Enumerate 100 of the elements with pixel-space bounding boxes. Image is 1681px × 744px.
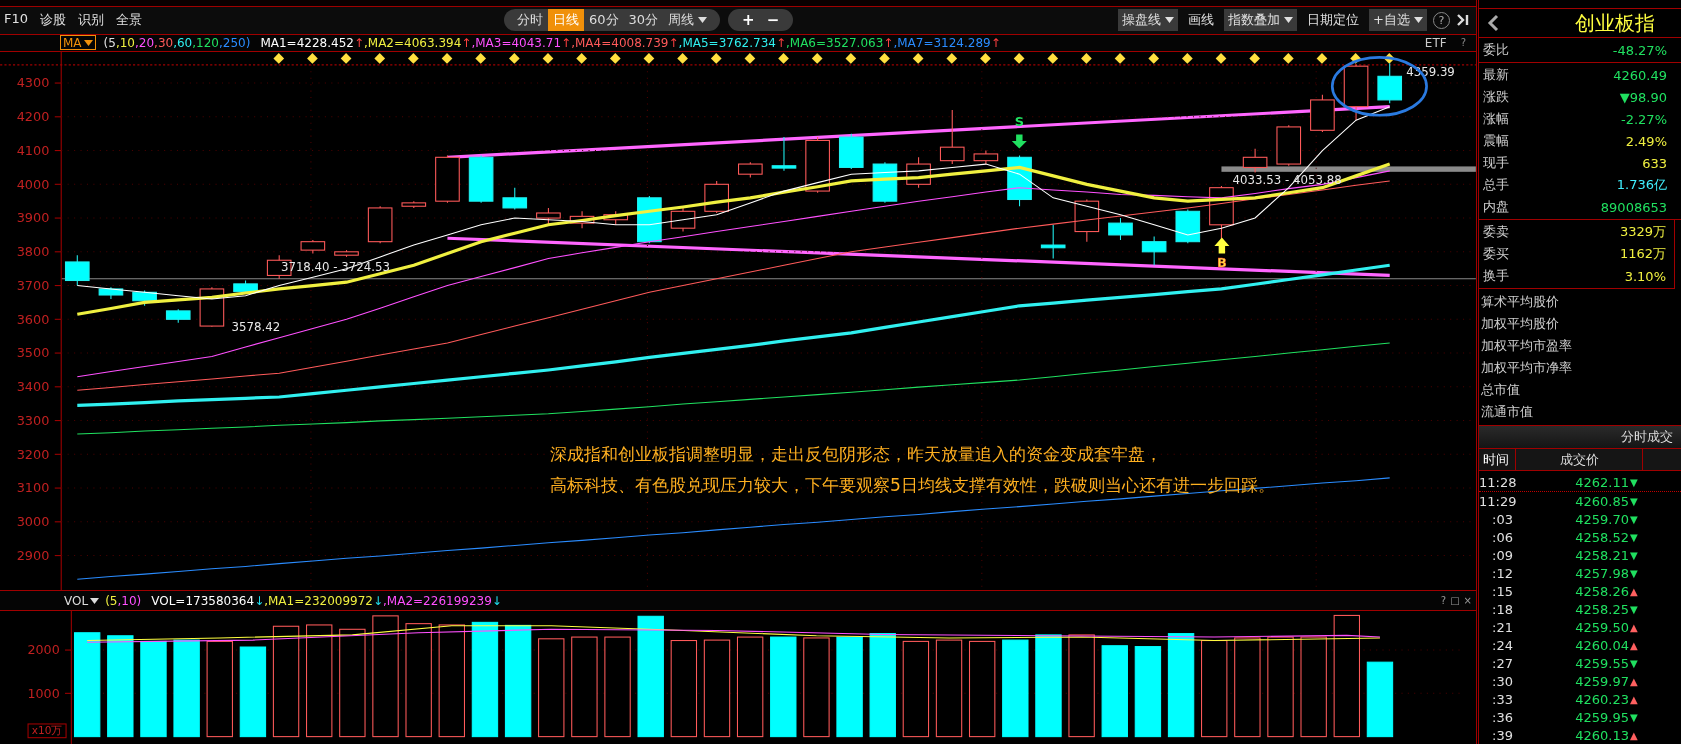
- dropdown-button[interactable]: 指数叠加: [1224, 9, 1298, 32]
- quote-value: 89008653: [1600, 199, 1667, 215]
- time-cell-text: :39: [1491, 727, 1513, 743]
- menu-item[interactable]: F10: [4, 11, 29, 30]
- menu-item[interactable]: 全景: [116, 11, 143, 30]
- period-tab[interactable]: 30分: [623, 9, 664, 32]
- axis-label: 3600: [16, 311, 50, 327]
- panel-tool-button[interactable]: ×: [1463, 595, 1472, 607]
- axis-label: 1000: [27, 685, 60, 701]
- candlestick: [1276, 124, 1302, 167]
- up-arrow-icon: [1214, 237, 1230, 254]
- price-cell-text: 4258.26: [1574, 583, 1629, 599]
- price-cell-text: 4262.11: [1574, 474, 1629, 490]
- candlestick: [132, 290, 157, 307]
- price-cell-text: 4258.21: [1574, 547, 1629, 563]
- diamond-marker: [408, 53, 419, 65]
- candlestick: [805, 136, 830, 194]
- zoom-button[interactable]: +: [736, 11, 761, 30]
- collapse-icon[interactable]: [1456, 13, 1470, 28]
- tool-button[interactable]: 画线: [1184, 9, 1219, 32]
- indicator-value: MA1=4228.452↑: [259, 35, 364, 50]
- axis-label: 4000: [16, 176, 50, 192]
- period-tab[interactable]: 周线: [663, 9, 713, 32]
- time-cell-text: :06: [1491, 529, 1513, 545]
- quote-label: 涨幅: [1483, 110, 1509, 128]
- quote-value: 1.736亿: [1616, 176, 1667, 194]
- price-cell-text: 4260.13: [1574, 727, 1629, 743]
- price-cell-text: 4259.55: [1574, 655, 1629, 671]
- candlestick: [1175, 209, 1201, 245]
- period-tab[interactable]: 分时: [512, 9, 548, 32]
- indicator-value: ,MA4=4008.739↑: [571, 35, 679, 50]
- axis-label: 4300: [16, 75, 50, 91]
- back-icon[interactable]: [1487, 14, 1499, 32]
- dropdown-button[interactable]: 操盘线: [1118, 9, 1179, 32]
- candlestick: [1377, 62, 1403, 105]
- axis-label: 3000: [16, 514, 50, 530]
- quote-label: 委卖: [1483, 223, 1509, 241]
- price-cell-text: 4260.04: [1574, 637, 1629, 653]
- direction-arrow: ▲: [1630, 729, 1638, 741]
- axis-label: 2000: [27, 642, 60, 658]
- price-cell-text: 4259.70: [1574, 511, 1629, 527]
- candlestick: [367, 205, 393, 245]
- price-cell-text: 4258.52: [1574, 529, 1629, 545]
- period-tab[interactable]: 60分: [584, 9, 624, 32]
- time-cell-text: :09: [1491, 547, 1513, 563]
- down-arrow-icon: [1011, 134, 1027, 149]
- menu-item[interactable]: 诊股: [40, 11, 67, 30]
- time-cell-text: :18: [1491, 601, 1513, 617]
- caret-icon: [1414, 17, 1423, 24]
- candlestick: [435, 155, 460, 204]
- vol-dropdown-button[interactable]: VOL: [62, 593, 102, 609]
- quote-value: 4260.49: [1613, 67, 1667, 83]
- diamond-marker: [576, 53, 587, 65]
- candlestick: [165, 308, 191, 324]
- time-cell-text: :03: [1491, 511, 1513, 527]
- candlestick: [233, 280, 258, 295]
- indicator-value: ,MA3=4043.71↑: [471, 35, 572, 50]
- indicator-value: ,MA2=4063.394↑: [363, 35, 472, 50]
- etf-label: ETF: [1424, 35, 1447, 50]
- candlestick: [64, 254, 90, 287]
- stat-label: 加权平均市净率: [1480, 359, 1573, 377]
- direction-arrow: ▼: [1630, 567, 1638, 579]
- direction-arrow: ▼: [1630, 495, 1638, 507]
- candlestick: [771, 136, 797, 172]
- time-cell-text: :30: [1491, 673, 1513, 689]
- axis-label: 3700: [16, 278, 50, 294]
- panel-tool-button[interactable]: □: [1450, 595, 1460, 607]
- panel-tool-button[interactable]: ?: [1440, 595, 1447, 607]
- candlestick: [973, 150, 999, 165]
- menu-item[interactable]: 识别: [78, 11, 105, 30]
- quote-value: -48.27%: [1612, 42, 1667, 58]
- diamond-marker: [879, 53, 890, 65]
- tool-button[interactable]: 日期定位: [1303, 9, 1364, 32]
- axis-label: 3500: [16, 345, 50, 361]
- dropdown-button[interactable]: +自选: [1369, 9, 1427, 32]
- stat-label: 流通市值: [1480, 403, 1534, 421]
- axis-label: 3900: [16, 210, 50, 226]
- axis-label: 3100: [16, 480, 50, 496]
- zoom-button[interactable]: −: [760, 11, 786, 30]
- time-cell-text: :21: [1491, 619, 1513, 635]
- candlestick: [1343, 64, 1369, 121]
- column-header: 成交价: [1516, 449, 1643, 470]
- diamond-marker: [307, 53, 318, 65]
- time-cell-text: :15: [1491, 583, 1513, 599]
- direction-arrow: ▲: [1630, 621, 1638, 633]
- candlestick: [603, 211, 629, 226]
- candlestick: [199, 286, 225, 328]
- candlestick: [1242, 148, 1268, 174]
- axis-label: 3200: [16, 446, 50, 462]
- direction-arrow: ▼: [1630, 476, 1638, 488]
- quote-value: 2.49%: [1625, 133, 1667, 149]
- diamond-marker: [1081, 53, 1092, 65]
- direction-arrow: ▼: [1630, 549, 1638, 561]
- help-button[interactable]: ?: [1460, 37, 1466, 49]
- price-cell-text: 4260.23: [1574, 691, 1629, 707]
- indicator-parameters: (5,10): [105, 593, 142, 608]
- ma-dropdown-button[interactable]: MA: [60, 35, 96, 51]
- panel-title: 分时成交: [1479, 425, 1681, 449]
- diamond-marker: [980, 53, 991, 65]
- candlestick: [1108, 217, 1133, 241]
